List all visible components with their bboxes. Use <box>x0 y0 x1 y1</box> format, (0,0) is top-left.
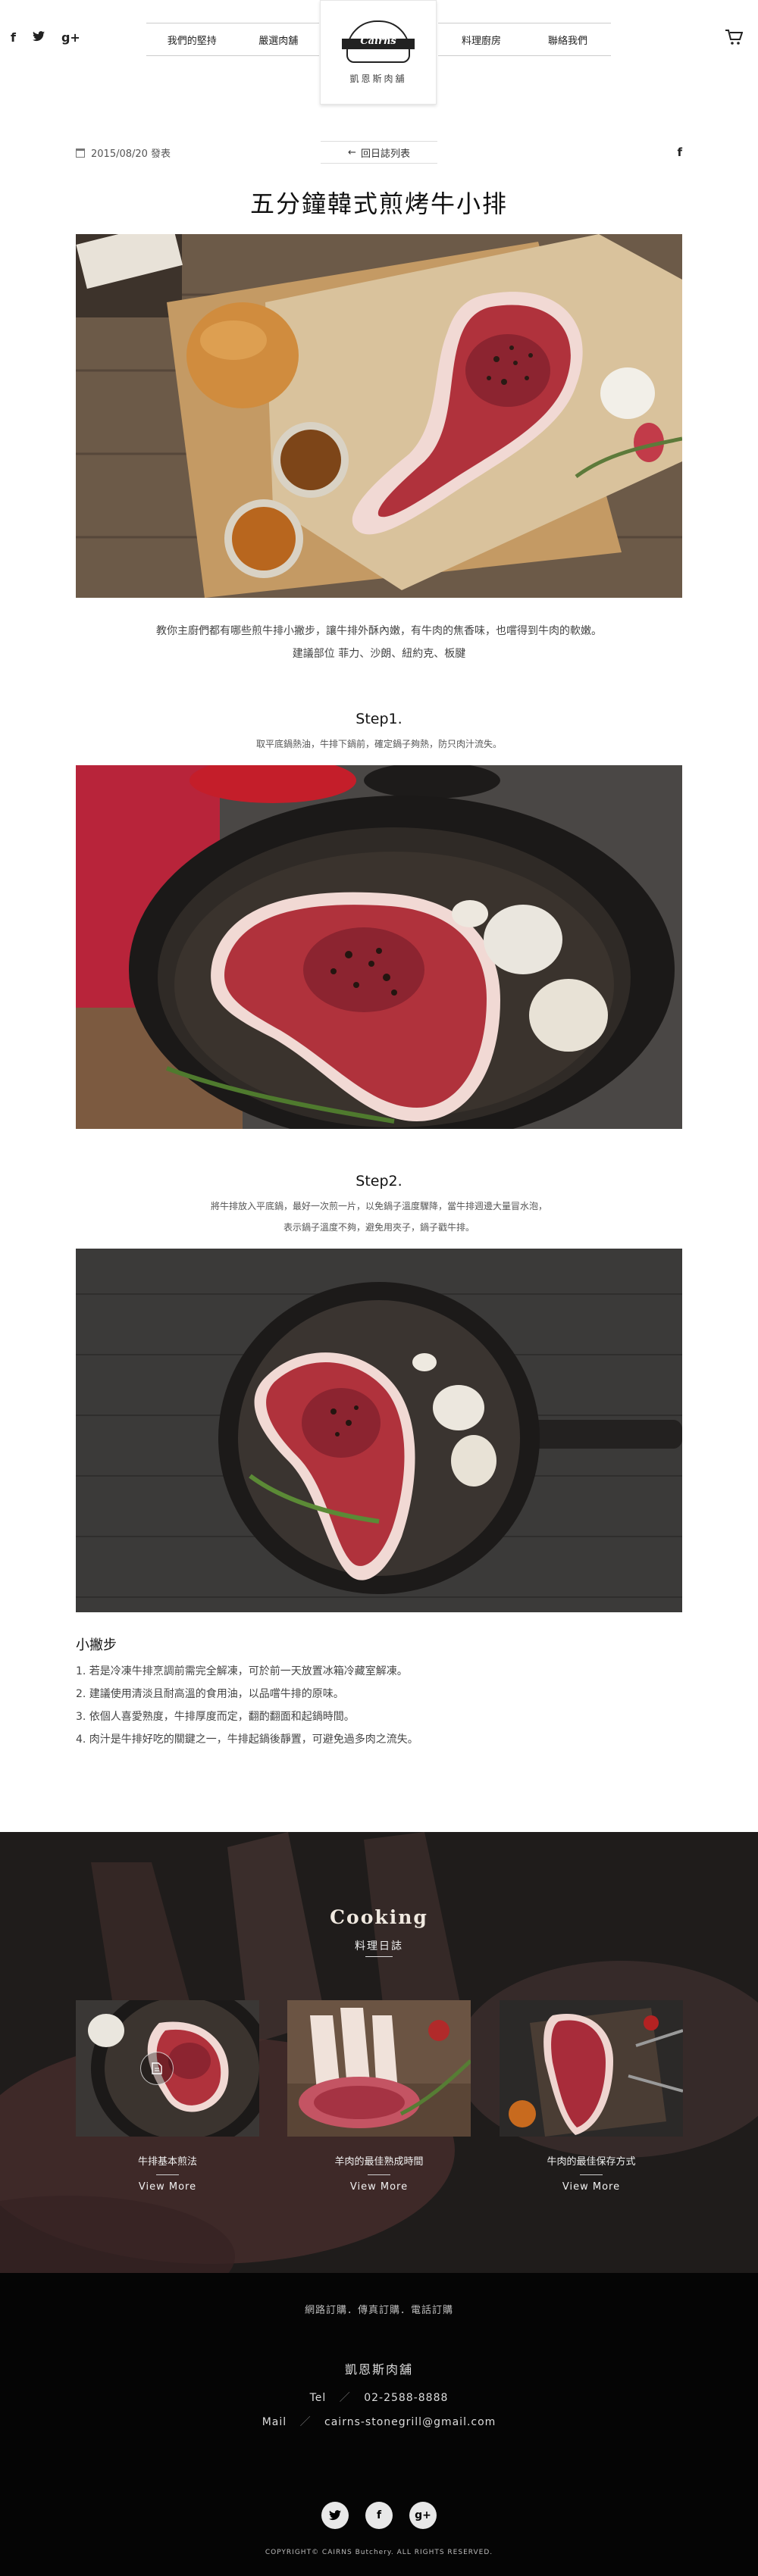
diary-card-title[interactable]: 羊肉的最佳熟成時間 <box>287 2153 471 2168</box>
hero-steak-photo <box>76 234 682 598</box>
diary-card[interactable]: 牛排基本煎法 View More <box>76 2000 259 2193</box>
logo-emblem-text: Cairns <box>360 36 396 47</box>
order-methods: 網路訂購．傳真訂購．電話訂購 <box>304 2305 453 2316</box>
article-intro: 教你主廚們都有哪些煎牛排小撇步，讓牛排外酥內嫩，有牛肉的焦香味，也嚐得到牛肉的軟… <box>0 620 758 665</box>
tip-item: 3. 依個人喜愛熟度，牛排厚度而定，翻酌翻面和起鍋時間。 <box>76 1711 355 1723</box>
shopping-cart-icon[interactable] <box>725 29 744 45</box>
article-meta: 2015/08/20 發表 ← 回日誌列表 f <box>76 141 682 164</box>
nav-item-meat-shop[interactable]: 嚴選肉舖 <box>258 33 298 47</box>
logo-emblem: Cairns <box>342 20 415 63</box>
back-to-list-button[interactable]: ← 回日誌列表 <box>321 141 437 164</box>
step2-desc-line: 表示鍋子溫度不夠，避免用夾子，鍋子戳牛排。 <box>283 1222 475 1233</box>
tip-item: 2. 建議使用清淡且耐高溫的食用油，以品嚐牛排的原味。 <box>76 1688 344 1700</box>
site-footer: 網路訂購．傳真訂購．電話訂購 凱恩斯肉舖 Tel ／ 02-2588-8888 … <box>0 2273 758 2576</box>
site-header: f g+ 我們的堅持 嚴選肉舖 Cairns 凱恩斯肉舖 料理廚房 聯絡我們 <box>0 0 758 106</box>
view-more-link[interactable]: View More <box>287 2181 471 2193</box>
cooking-diary-section: Cooking 料理日誌 牛排基本煎法 View More 羊肉的最佳熟成時間 … <box>0 1832 758 2273</box>
footer-tel: Tel ／ 02-2588-8888 <box>0 2390 758 2405</box>
logo-subtitle: 凱恩斯肉舖 <box>349 73 407 84</box>
step2-title: Step2. <box>356 1173 402 1190</box>
facebook-icon[interactable]: f <box>365 2502 393 2529</box>
googleplus-icon[interactable]: g+ <box>409 2502 437 2529</box>
facebook-icon[interactable]: f <box>11 30 16 45</box>
diary-card-divider <box>580 2174 603 2175</box>
googleplus-icon[interactable]: g+ <box>61 30 80 45</box>
step2-photo <box>76 1249 682 1612</box>
step1-photo <box>76 765 682 1129</box>
footer-mail: Mail ／ cairns-stonegrill@gmail.com <box>0 2414 758 2429</box>
diary-card-image[interactable] <box>287 2000 471 2137</box>
intro-line: 建議部位 菲力、沙朗、紐約克、板腱 <box>292 648 466 660</box>
diary-card-image[interactable] <box>500 2000 683 2137</box>
nav-right: 料理廚房 聯絡我們 <box>438 23 611 56</box>
facebook-share-icon[interactable]: f <box>677 145 682 159</box>
calendar-icon <box>76 148 85 158</box>
cooking-heading: Cooking <box>330 1906 428 1928</box>
back-to-list-label: 回日誌列表 <box>360 148 410 160</box>
footer-shop-name: 凱恩斯肉舖 <box>344 2362 413 2377</box>
view-more-link[interactable]: View More <box>500 2181 683 2193</box>
tel-number[interactable]: 02-2588-8888 <box>364 2392 448 2404</box>
twitter-icon[interactable] <box>32 30 45 45</box>
mail-label: Mail <box>262 2416 287 2428</box>
separator: ／ <box>339 2392 351 2404</box>
tips-list: 1. 若是冷凍牛排烹調前需完全解凍，可於前一天放置冰箱冷藏室解凍。 2. 建議使… <box>76 1660 682 1751</box>
footer-social-links: f g+ <box>0 2502 758 2529</box>
step1-description: 取平底鍋熱油，牛排下鍋前，確定鍋子夠熱，防只肉汁流失。 <box>0 733 758 755</box>
tips-title: 小撇步 <box>76 1637 117 1653</box>
step2-desc-line: 將牛排放入平底鍋，最好一次煎一片，以免鍋子溫度驟降，當牛排週邊大量冒水泡， <box>210 1201 547 1211</box>
cooking-subheading: 料理日誌 <box>355 1940 403 1952</box>
diary-card-image[interactable] <box>76 2000 259 2137</box>
nav-item-our-commitment[interactable]: 我們的堅持 <box>168 33 217 47</box>
step2-description: 將牛排放入平底鍋，最好一次煎一片，以免鍋子溫度驟降，當牛排週邊大量冒水泡， 表示… <box>0 1196 758 1238</box>
arrow-left-icon: ← <box>348 146 356 158</box>
publish-date: 2015/08/20 發表 <box>76 145 171 160</box>
nav-left: 我們的堅持 嚴選肉舖 <box>146 23 319 56</box>
step1-desc-line: 取平底鍋熱油，牛排下鍋前，確定鍋子夠熱，防只肉汁流失。 <box>255 739 502 749</box>
copyright: COPYRIGHT© CAIRNS Butchery. ALL RIGHTS R… <box>265 2549 493 2556</box>
header-social-links: f g+ <box>11 30 80 45</box>
tip-item: 1. 若是冷凍牛排烹調前需完全解凍，可於前一天放置冰箱冷藏室解凍。 <box>76 1665 408 1677</box>
separator: ／ <box>299 2416 312 2428</box>
tip-item: 4. 肉汁是牛排好吃的關鍵之一，牛排起鍋後靜置，可避免過多肉之流失。 <box>76 1733 418 1746</box>
diary-card-title[interactable]: 牛肉的最佳保存方式 <box>500 2153 683 2168</box>
diary-card[interactable]: 羊肉的最佳熟成時間 View More <box>287 2000 471 2193</box>
nav-item-kitchen[interactable]: 料理廚房 <box>462 33 501 47</box>
article-title: 五分鐘韓式煎烤牛小排 <box>249 189 508 218</box>
intro-line: 教你主廚們都有哪些煎牛排小撇步，讓牛排外酥內嫩，有牛肉的焦香味，也嚐得到牛肉的軟… <box>156 625 602 637</box>
diary-card-divider <box>368 2174 390 2175</box>
diary-card-title[interactable]: 牛排基本煎法 <box>76 2153 259 2168</box>
twitter-icon[interactable] <box>321 2502 349 2529</box>
diary-card[interactable]: 牛肉的最佳保存方式 View More <box>500 2000 683 2193</box>
mail-address[interactable]: cairns-stonegrill@gmail.com <box>324 2416 496 2428</box>
diary-card-divider <box>156 2174 179 2175</box>
site-logo[interactable]: Cairns 凱恩斯肉舖 <box>320 0 437 105</box>
publish-date-text: 2015/08/20 發表 <box>91 148 171 160</box>
tel-label: Tel <box>309 2392 327 2404</box>
view-more-link[interactable]: View More <box>76 2181 259 2193</box>
step1-title: Step1. <box>356 711 402 727</box>
tips-section: 小撇步 1. 若是冷凍牛排烹調前需完全解凍，可於前一天放置冰箱冷藏室解凍。 2.… <box>76 1634 682 1751</box>
nav-item-contact[interactable]: 聯絡我們 <box>548 33 587 47</box>
document-icon <box>140 2052 174 2085</box>
cooking-divider <box>365 1956 393 1957</box>
